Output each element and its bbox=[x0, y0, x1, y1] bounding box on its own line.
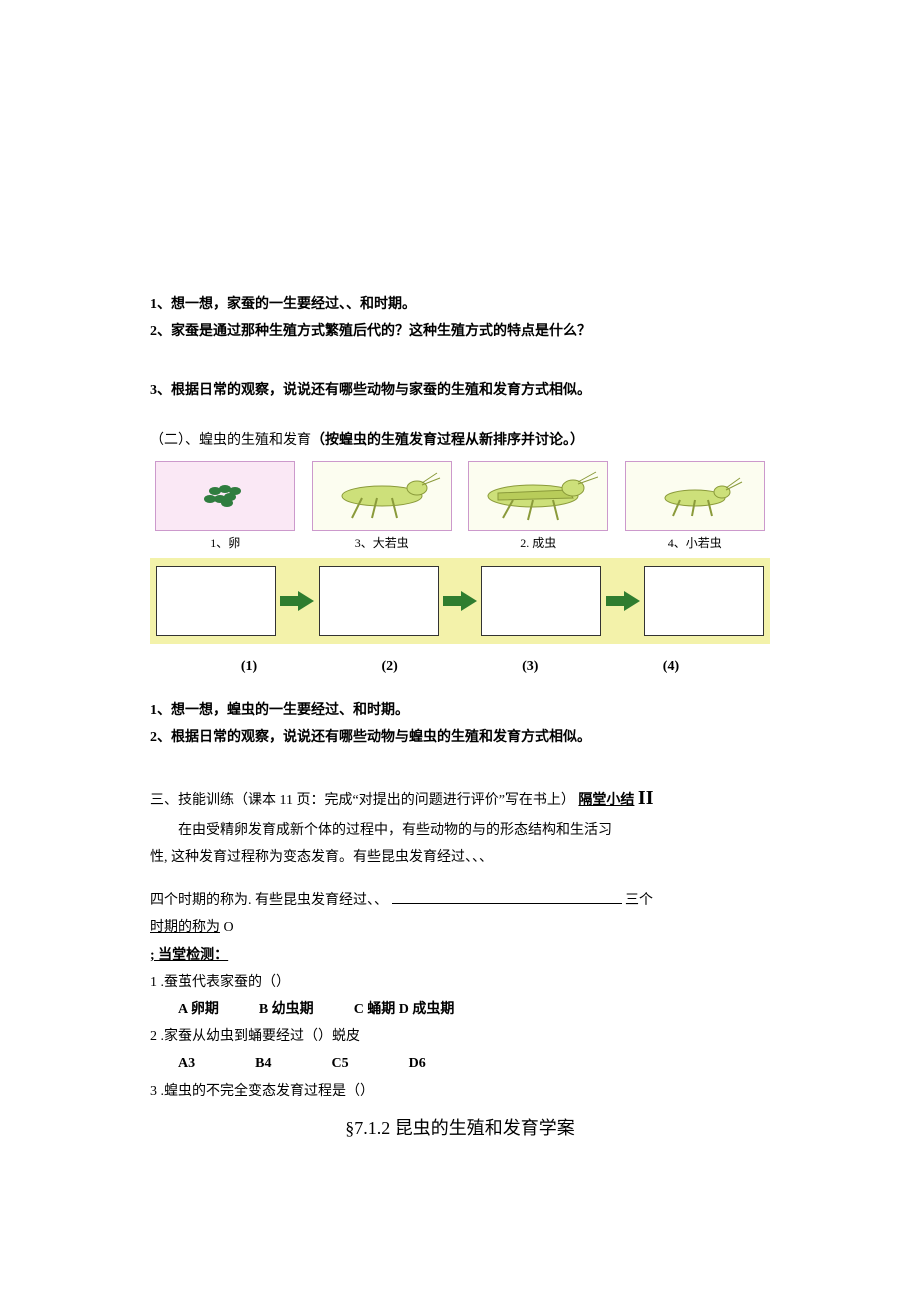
locust-question-1: 1、想一想，蝗虫的一生要经过、和时期。 bbox=[150, 698, 770, 723]
summary-title: 隔堂小结 bbox=[578, 793, 634, 808]
large-nymph-image bbox=[312, 461, 452, 531]
test-heading: ; 当堂检测： bbox=[150, 943, 770, 968]
opt-2a: A3 bbox=[178, 1051, 195, 1076]
figure-cell-3: 2. 成虫 bbox=[463, 461, 614, 555]
question-3: 3、根据日常的观察，说说还有哪些动物与家蚕的生殖和发育方式相似。 bbox=[150, 378, 770, 403]
summary-line-1: 在由受精卵发育成新个体的过程中，有些动物的与的形态结构和生活习 bbox=[150, 818, 770, 843]
spacer bbox=[150, 872, 770, 886]
figure-cell-1: 1、卵 bbox=[150, 461, 301, 555]
test-q1-options: A 卵期 B 幼虫期 C 蛹期 D 成虫期 bbox=[150, 997, 770, 1022]
footer-lesson-title: §7.1.2 昆虫的生殖和发育学案 bbox=[150, 1112, 770, 1144]
sequence-box-3[interactable] bbox=[481, 566, 601, 636]
sequence-box-1[interactable] bbox=[156, 566, 276, 636]
opt-1b: B 幼虫期 bbox=[259, 997, 314, 1022]
small-nymph-image bbox=[625, 461, 765, 531]
figure-caption-4: 4、小若虫 bbox=[668, 533, 722, 555]
summary-line-4b: O bbox=[220, 920, 234, 935]
summary-roman: II bbox=[638, 787, 654, 809]
summary-line-2: 性, 这种发育过程称为变态发育。有些昆虫发育经过、、、 bbox=[150, 845, 770, 870]
question-2: 2、家蚕是通过那种生殖方式繁殖后代的？这种生殖方式的特点是什么？ bbox=[150, 319, 770, 344]
seq-label-2: (2) bbox=[331, 654, 449, 679]
adult-image bbox=[468, 461, 608, 531]
figure-caption-2: 3、大若虫 bbox=[355, 533, 409, 555]
figure-cell-2: 3、大若虫 bbox=[307, 461, 458, 555]
test-question-2: 2 .家蚕从幼虫到蛹要经过（）蜕皮 bbox=[150, 1024, 770, 1049]
figure-cell-4: 4、小若虫 bbox=[620, 461, 771, 555]
skill-lead: 三、技能训练（课本 11 页：完成“对提出的问题进行评价”写在书上） bbox=[150, 793, 575, 808]
sequence-labels: (1) (2) (3) (4) bbox=[150, 648, 770, 679]
worksheet-page: 1、想一想，家蚕的一生要经过、、和时期。 2、家蚕是通过那种生殖方式繁殖后代的？… bbox=[0, 0, 920, 1301]
arrow-2 bbox=[441, 591, 480, 611]
summary-line-3b: 三个 bbox=[625, 893, 653, 908]
summary-line-3a: 四个时期的称为. 有些昆虫发育经过、、 bbox=[150, 893, 388, 908]
fill-blank-line[interactable] bbox=[392, 903, 622, 904]
opt-2c: C5 bbox=[331, 1051, 348, 1076]
eggs-image bbox=[155, 461, 295, 531]
opt-2b: B4 bbox=[255, 1051, 271, 1076]
question-1: 1、想一想，家蚕的一生要经过、、和时期。 bbox=[150, 292, 770, 317]
test-question-1: 1 .蚕茧代表家蚕的（） bbox=[150, 970, 770, 995]
summary-line-3: 四个时期的称为. 有些昆虫发育经过、、 三个 bbox=[150, 888, 770, 913]
test-q2-options: A3 B4 C5 D6 bbox=[150, 1051, 770, 1076]
locust-question-2: 2、根据日常的观察，说说还有哪些动物与蝗虫的生殖和发育方式相似。 bbox=[150, 725, 770, 750]
section-2-bold: （按蝗虫的生殖发育过程从新排序并讨论。） bbox=[311, 433, 584, 448]
arrow-1 bbox=[278, 591, 317, 611]
sequence-box-2[interactable] bbox=[319, 566, 439, 636]
seq-label-4: (4) bbox=[612, 654, 730, 679]
skill-training-line: 三、技能训练（课本 11 页：完成“对提出的问题进行评价”写在书上） 隔堂小结 … bbox=[150, 780, 770, 816]
figure-caption-1: 1、卵 bbox=[210, 533, 240, 555]
opt-1a: A 卵期 bbox=[178, 997, 219, 1022]
sequence-box-4[interactable] bbox=[644, 566, 764, 636]
summary-line-4a: 时期的称为 bbox=[150, 920, 220, 935]
figure-caption-3: 2. 成虫 bbox=[520, 533, 556, 555]
arrow-3 bbox=[603, 591, 642, 611]
spacer bbox=[150, 680, 770, 696]
section-2-heading: （二）、蝗虫的生殖和发育（按蝗虫的生殖发育过程从新排序并讨论。） bbox=[150, 428, 770, 453]
opt-1cd: C 蛹期 D 成虫期 bbox=[354, 997, 455, 1022]
seq-label-3: (3) bbox=[471, 654, 589, 679]
opt-2d: D6 bbox=[409, 1051, 426, 1076]
test-question-3: 3 .蝗虫的不完全变态发育过程是（） bbox=[150, 1079, 770, 1104]
section-2-lead: （二）、蝗虫的生殖和发育 bbox=[150, 433, 311, 448]
locust-stage-images: 1、卵 3、大若虫 bbox=[150, 461, 770, 555]
spacer bbox=[150, 406, 770, 426]
spacer bbox=[150, 346, 770, 376]
summary-line-4: 时期的称为 O bbox=[150, 915, 770, 940]
seq-label-1: (1) bbox=[190, 654, 308, 679]
spacer bbox=[150, 752, 770, 778]
sequence-row bbox=[150, 558, 770, 644]
